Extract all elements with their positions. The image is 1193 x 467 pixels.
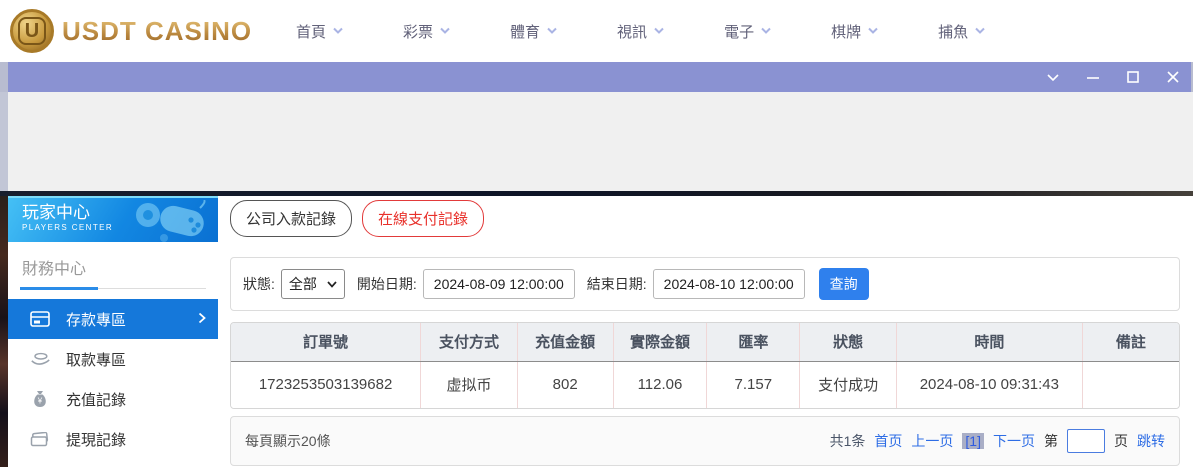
total-count-text: 共1条 xyxy=(830,431,866,451)
chevron-down-icon xyxy=(546,27,558,35)
chevron-down-icon xyxy=(653,27,665,35)
moneybag-icon: ¥ xyxy=(30,390,50,408)
cell-status: 支付成功 xyxy=(800,361,897,408)
cell-recharge-amount: 802 xyxy=(517,361,613,408)
players-center-header: 玩家中心 PLAYERS CENTER xyxy=(8,196,218,242)
window-minimize-icon[interactable] xyxy=(1085,69,1101,85)
sidebar-item-label: 取款專區 xyxy=(66,349,126,370)
status-select-value: 全部 xyxy=(289,274,317,294)
window-chevron-down-icon[interactable] xyxy=(1045,69,1061,85)
chevron-down-icon xyxy=(867,27,879,35)
nav-item-home[interactable]: 首頁 xyxy=(296,21,344,42)
jump-button[interactable]: 跳转 xyxy=(1137,431,1165,451)
cell-time: 2024-08-10 09:31:43 xyxy=(896,361,1082,408)
cell-actual-amount: 112.06 xyxy=(613,361,707,408)
records-table-container: 訂單號 支付方式 充值金額 實際金額 匯率 狀態 時間 備註 172325350… xyxy=(230,322,1180,409)
first-page-link[interactable]: 首页 xyxy=(874,431,902,451)
chevron-down-icon xyxy=(760,27,772,35)
col-remark: 備註 xyxy=(1082,323,1179,361)
chevron-down-icon xyxy=(974,27,986,35)
sidebar-item-label: 提現記錄 xyxy=(66,429,126,450)
next-page-link[interactable]: 下一页 xyxy=(993,431,1035,451)
section-underline xyxy=(20,288,206,289)
nav-item-sports[interactable]: 體育 xyxy=(510,21,558,42)
coin-letter: U xyxy=(18,17,46,45)
page-size-text: 每頁顯示20條 xyxy=(245,431,331,451)
gamepad-icon xyxy=(134,200,212,242)
nav-item-live[interactable]: 視訊 xyxy=(617,21,665,42)
chevron-down-icon xyxy=(327,281,337,288)
pagination: 共1条 首页 上一页 [1] 下一页 第 页 跳转 xyxy=(830,429,1165,453)
search-button[interactable]: 查詢 xyxy=(819,268,869,300)
col-payment-method: 支付方式 xyxy=(421,323,518,361)
tab-company-deposit-records[interactable]: 公司入款記錄 xyxy=(230,200,352,237)
nav-item-lottery[interactable]: 彩票 xyxy=(403,21,451,42)
underline-accent xyxy=(20,287,98,290)
wallet-icon xyxy=(30,432,50,447)
start-date-input[interactable] xyxy=(423,269,575,299)
chevron-down-icon xyxy=(332,27,344,35)
cell-remark xyxy=(1082,361,1179,408)
sidebar-item-withdraw-zone[interactable]: 取款專區 xyxy=(8,339,218,379)
window-close-icon[interactable] xyxy=(1165,69,1181,85)
record-tabs: 公司入款記錄 在線支付記錄 xyxy=(230,200,1180,237)
jump-prefix-label: 第 xyxy=(1044,431,1058,451)
sidebar-item-withdrawal-records[interactable]: 提現記錄 xyxy=(8,419,218,459)
prev-page-link[interactable]: 上一页 xyxy=(911,431,953,451)
table-footer: 每頁顯示20條 共1条 首页 上一页 [1] 下一页 第 页 跳转 xyxy=(230,416,1180,466)
sidebar-item-label: 存款專區 xyxy=(66,309,126,330)
gold-coin-icon: U xyxy=(10,9,54,53)
current-page-indicator: [1] xyxy=(962,433,984,449)
main-panel: 公司入款記錄 在線支付記錄 狀態: 全部 開始日期: 結束日期: 查詢 xyxy=(230,196,1180,466)
window-client-area xyxy=(0,92,1193,191)
col-order-number: 訂單號 xyxy=(231,323,421,361)
withdraw-coins-icon xyxy=(30,351,50,367)
col-recharge-amount: 充值金額 xyxy=(517,323,613,361)
content-area: 玩家中心 PLAYERS CENTER 財務中心 xyxy=(0,196,1193,467)
svg-text:¥: ¥ xyxy=(37,397,43,406)
background-image-edge xyxy=(0,196,8,467)
end-date-input[interactable] xyxy=(653,269,805,299)
sidebar-item-label: 充值記錄 xyxy=(66,389,126,410)
finance-center-title: 財務中心 xyxy=(22,255,204,279)
nav-item-board-games[interactable]: 棋牌 xyxy=(831,21,879,42)
sidebar-item-deposit-zone[interactable]: 存款專區 xyxy=(8,299,218,339)
table-header-row: 訂單號 支付方式 充值金額 實際金額 匯率 狀態 時間 備註 xyxy=(231,323,1179,361)
tab-online-payment-records[interactable]: 在線支付記錄 xyxy=(362,200,484,237)
filter-bar: 狀態: 全部 開始日期: 結束日期: 查詢 xyxy=(230,257,1180,311)
col-time: 時間 xyxy=(896,323,1082,361)
cell-order-number: 1723253503139682 xyxy=(231,361,421,408)
brand-logo[interactable]: U USDT CASINO xyxy=(10,9,260,53)
chevron-right-icon xyxy=(198,311,206,328)
records-table: 訂單號 支付方式 充值金額 實際金額 匯率 狀態 時間 備註 172325350… xyxy=(231,323,1179,408)
status-label: 狀態: xyxy=(243,274,275,294)
chevron-down-icon xyxy=(439,27,451,35)
cell-exchange-rate: 7.157 xyxy=(707,361,800,408)
col-status: 狀態 xyxy=(800,323,897,361)
main-navigation: 首頁 彩票 體育 視訊 電子 棋牌 捕魚 xyxy=(296,21,986,42)
brand-name: USDT CASINO xyxy=(62,16,252,47)
end-date-label: 結束日期: xyxy=(587,274,647,294)
deposit-card-icon xyxy=(30,310,50,328)
col-exchange-rate: 匯率 xyxy=(707,323,800,361)
page-jump-input[interactable] xyxy=(1067,429,1105,453)
top-nav-bar: U USDT CASINO 首頁 彩票 體育 視訊 電子 棋牌 捕魚 xyxy=(0,0,1193,62)
jump-suffix-label: 页 xyxy=(1114,431,1128,451)
window-title-bar xyxy=(0,62,1193,92)
nav-item-slots[interactable]: 電子 xyxy=(724,21,772,42)
nav-item-fishing[interactable]: 捕魚 xyxy=(938,21,986,42)
col-actual-amount: 實際金額 xyxy=(613,323,707,361)
status-select[interactable]: 全部 xyxy=(281,269,345,299)
cell-payment-method: 虚拟币 xyxy=(421,361,518,408)
start-date-label: 開始日期: xyxy=(357,274,417,294)
sidebar: 玩家中心 PLAYERS CENTER 財務中心 xyxy=(8,196,218,467)
sidebar-item-recharge-records[interactable]: ¥ 充值記錄 xyxy=(8,379,218,419)
window-maximize-icon[interactable] xyxy=(1125,69,1141,85)
table-row: 1723253503139682 虚拟币 802 112.06 7.157 支付… xyxy=(231,361,1179,408)
